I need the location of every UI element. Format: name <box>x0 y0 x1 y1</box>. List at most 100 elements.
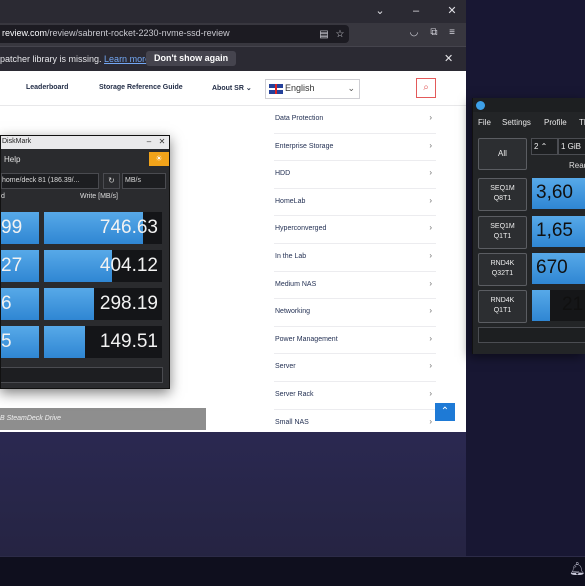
test-button[interactable]: SEQ1M Q1T1 <box>478 216 527 249</box>
size-select[interactable]: 1 GiB <box>558 138 585 155</box>
test-name: RND4K <box>490 260 515 267</box>
refresh-icon[interactable]: ↻ <box>103 173 120 189</box>
diskmark-options: home/deck 81 (186.39/... ↻ MB/s <box>1 169 169 191</box>
minimize-icon[interactable]: – <box>144 137 154 146</box>
nav-storage-reference-guide[interactable]: Storage Reference Guide <box>99 84 183 91</box>
notification-bell-icon[interactable]: 🔔︎ <box>569 561 585 579</box>
test-button[interactable]: RND4K Q1T1 <box>478 290 527 323</box>
minimize-icon[interactable]: – <box>408 4 424 18</box>
read-value: 1,65 <box>536 220 573 241</box>
chevron-right-icon: › <box>429 361 432 371</box>
read-fill-bar <box>532 290 550 321</box>
read-result-cell: 1,65 <box>532 216 585 247</box>
list-item[interactable]: Small NAS › <box>274 410 436 432</box>
write-fill-bar <box>44 326 86 358</box>
menu-help[interactable]: Help <box>4 155 20 164</box>
list-item[interactable]: Networking › <box>274 299 436 327</box>
unit-select[interactable]: MB/s <box>122 173 166 189</box>
list-item[interactable]: HomeLab › <box>274 189 436 217</box>
test-params: Q1T1 <box>493 233 512 240</box>
category-label: Server Rack <box>275 390 314 398</box>
kdiskmark-window: File Settings Profile Th All 2 ⌃ 1 GiB R… <box>472 98 585 354</box>
theme-sun-icon[interactable]: ☀ <box>149 152 169 166</box>
menu-icon[interactable]: ≡ <box>446 27 458 39</box>
menu-theme[interactable]: Th <box>579 118 585 127</box>
browser-toolbar: review.com/review/sabrent-rocket-2230-nv… <box>0 23 466 46</box>
chevron-right-icon: › <box>429 250 432 260</box>
notification-bar: patcher library is missing. Learn more D… <box>0 46 466 72</box>
test-params: Q8T1 <box>493 195 512 202</box>
write-header: Write [MB/s] <box>80 193 118 200</box>
test-params: Q32T1 <box>491 270 514 277</box>
scroll-to-top-button[interactable]: ⌃ <box>435 403 455 421</box>
close-icon[interactable]: ✕ <box>444 52 453 65</box>
chevron-right-icon: › <box>429 333 432 343</box>
app-icon <box>476 101 485 110</box>
nav-about-sr[interactable]: About SR ⌄ <box>212 84 252 92</box>
notification-text: patcher library is missing. Learn more <box>0 54 151 64</box>
read-header: Read <box>569 161 585 170</box>
chevron-right-icon: › <box>429 278 432 288</box>
read-result-cell: 21 <box>532 290 585 321</box>
close-icon[interactable]: ✕ <box>157 137 167 146</box>
read-value: 27 <box>1 255 23 276</box>
address-bar[interactable]: review.com/review/sabrent-rocket-2230-nv… <box>0 25 349 43</box>
write-result-cell: 149.51 <box>44 326 162 358</box>
nav-leaderboard[interactable]: Leaderboard <box>26 84 68 91</box>
diskmark-titlebar: DiskMark – ✕ <box>1 136 169 149</box>
bookmark-star-icon[interactable]: ☆ <box>334 29 346 41</box>
close-icon[interactable]: ✕ <box>444 4 460 18</box>
test-button[interactable]: SEQ1M Q8T1 <box>478 178 527 211</box>
taskbar: 🔔︎ <box>0 556 585 586</box>
all-button[interactable]: All <box>478 138 527 170</box>
category-label: HDD <box>275 170 291 178</box>
list-item[interactable]: Server Rack › <box>274 382 436 410</box>
read-value: 21 <box>562 294 584 315</box>
extensions-icon[interactable]: ⧉ <box>428 27 440 39</box>
chevron-right-icon: › <box>429 388 432 398</box>
image-caption: B SteamDeck Drive <box>0 415 62 422</box>
list-item[interactable]: HDD › <box>274 161 436 189</box>
list-item[interactable]: Enterprise Storage › <box>274 134 436 162</box>
category-label: Server <box>275 363 296 371</box>
list-item[interactable]: Hyperconverged › <box>274 216 436 244</box>
list-item[interactable]: Power Management › <box>274 327 436 355</box>
category-label: Medium NAS <box>275 280 317 288</box>
reader-view-icon[interactable]: ▤ <box>318 29 330 41</box>
menu-settings[interactable]: Settings <box>502 118 531 127</box>
read-value: 99 <box>1 217 23 238</box>
test-params: Q1T1 <box>493 307 512 314</box>
pocket-icon[interactable]: ◡ <box>408 27 420 39</box>
list-item[interactable]: Medium NAS › <box>274 272 436 300</box>
read-result-cell: 5 <box>1 326 39 358</box>
category-label: Hyperconverged <box>275 225 327 233</box>
read-result-cell: 6 <box>1 288 39 320</box>
list-item[interactable]: In the Lab › <box>274 244 436 272</box>
language-select[interactable]: English ⌄ <box>265 79 360 99</box>
write-fill-bar <box>44 288 94 320</box>
read-value: 5 <box>1 331 12 352</box>
read-value: 3,60 <box>536 182 573 203</box>
target-path-select[interactable]: home/deck 81 (186.39/... <box>1 173 99 189</box>
menu-profile[interactable]: Profile <box>544 118 567 127</box>
chevron-down-icon[interactable]: ⌄ <box>372 4 388 18</box>
category-label: Small NAS <box>275 418 309 426</box>
chevron-right-icon: › <box>429 195 432 205</box>
chevron-right-icon: › <box>429 306 432 316</box>
diskmark-window: DiskMark – ✕ Help ☀ home/deck 81 (186.39… <box>0 135 170 389</box>
list-item[interactable]: Server › <box>274 354 436 382</box>
site-nav: Leaderboard Storage Reference Guide Abou… <box>0 71 466 106</box>
test-name: RND4K <box>490 297 515 304</box>
test-button[interactable]: RND4K Q32T1 <box>478 253 527 286</box>
category-label: Power Management <box>275 335 338 343</box>
learn-more-link[interactable]: Learn more <box>104 54 150 64</box>
uk-flag-icon <box>269 84 283 94</box>
list-item[interactable]: Data Protection › <box>274 106 436 134</box>
dont-show-again-button[interactable]: Don't show again <box>146 51 237 66</box>
write-value: 746.63 <box>99 217 158 238</box>
results-header: d Write [MB/s] <box>1 191 169 205</box>
runs-spinbox[interactable]: 2 ⌃ <box>531 138 558 155</box>
menu-file[interactable]: File <box>478 118 491 127</box>
write-value: 298.19 <box>99 293 158 314</box>
search-icon[interactable]: ⌕ <box>416 78 436 98</box>
